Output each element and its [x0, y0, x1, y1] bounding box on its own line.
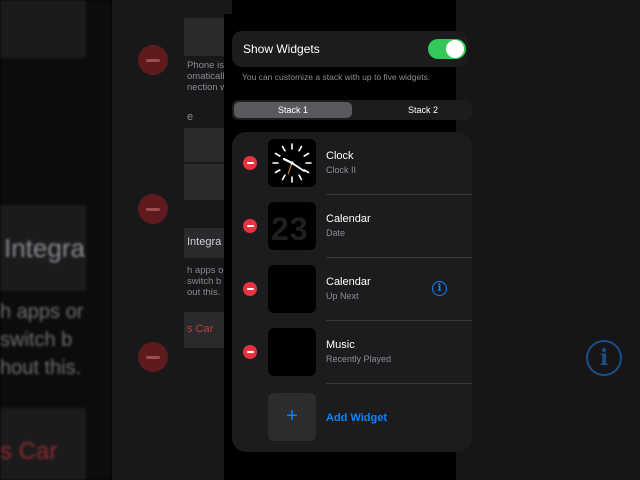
- info-icon[interactable]: i: [432, 281, 447, 296]
- calendar-date-icon: 23: [268, 202, 316, 250]
- background-info-icon: i: [586, 340, 622, 376]
- clock-face-icon: [268, 139, 316, 187]
- music-icon: [268, 328, 316, 376]
- widget-subtitle: Recently Played: [326, 354, 392, 364]
- background-minus-icon: [138, 342, 168, 372]
- widget-stack-sheet: Show Widgets You can customize a stack w…: [224, 14, 472, 480]
- background-card: [0, 0, 86, 58]
- tab-stack-1[interactable]: Stack 1: [234, 102, 352, 118]
- background-mid-panel: Phone is n omatically nection w e Integr…: [112, 0, 232, 480]
- list-item-calendar-date[interactable]: 23 Calendar Date: [232, 195, 472, 258]
- background-car-link: s Car: [0, 438, 58, 465]
- calendar-date-number: 23: [271, 211, 309, 247]
- background-title: Integra: [4, 233, 85, 263]
- remove-widget-button[interactable]: [243, 156, 257, 170]
- show-widgets-toggle[interactable]: [428, 39, 466, 59]
- remove-widget-button[interactable]: [243, 219, 257, 233]
- background-left-panel: Integra h apps or switch b hout this. s …: [0, 0, 112, 480]
- remove-widget-button[interactable]: [243, 345, 257, 359]
- show-widgets-label: Show Widgets: [243, 42, 320, 56]
- list-item-music[interactable]: Music Recently Played: [232, 321, 472, 384]
- show-widgets-row: Show Widgets: [232, 31, 468, 67]
- widget-subtitle: Date: [326, 228, 346, 238]
- widget-title: Music: [326, 339, 355, 351]
- list-item-clock[interactable]: Clock Clock II: [232, 132, 472, 195]
- add-widget-label[interactable]: Add Widget: [326, 412, 387, 424]
- widget-subtitle: Up Next: [326, 291, 359, 301]
- add-widget-button[interactable]: + Add Widget: [232, 385, 472, 445]
- calendar-up-next-icon: [268, 265, 316, 313]
- background-body: h apps or switch b hout this.: [0, 301, 84, 379]
- plus-icon[interactable]: +: [268, 393, 316, 441]
- stack-widget-list: Clock Clock II 23 Calendar Date Calendar…: [232, 132, 472, 452]
- remove-widget-button[interactable]: [243, 282, 257, 296]
- widget-subtitle: Clock II: [326, 165, 357, 175]
- tab-stack-2[interactable]: Stack 2: [364, 100, 472, 120]
- widget-title: Calendar: [326, 213, 371, 225]
- stack-segmented-control: Stack 1 Stack 2: [232, 100, 472, 120]
- background-minus-icon: [138, 194, 168, 224]
- divider: [326, 383, 472, 384]
- show-widgets-hint: You can customize a stack with up to fiv…: [242, 72, 431, 82]
- background-minus-icon: [138, 45, 168, 75]
- widget-title: Clock: [326, 150, 354, 162]
- list-item-calendar-up-next[interactable]: Calendar Up Next i: [232, 258, 472, 321]
- toggle-knob: [446, 40, 464, 58]
- widget-title: Calendar: [326, 276, 371, 288]
- background-right-panel: i: [456, 0, 640, 480]
